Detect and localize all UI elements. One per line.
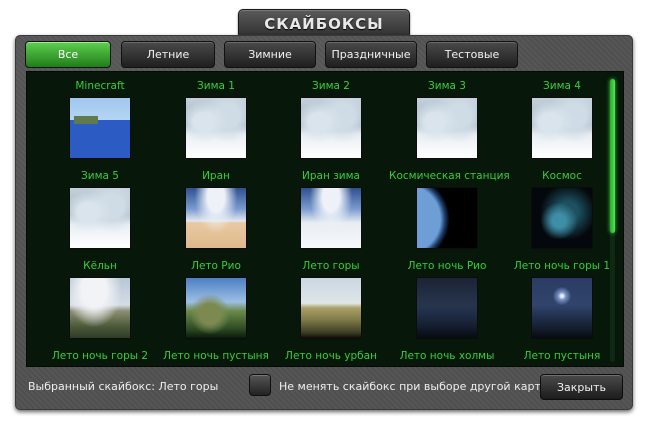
- skybox-thumbnail[interactable]: [69, 187, 131, 249]
- skybox-label: Космос: [542, 170, 582, 182]
- skybox-item[interactable]: Лето ночь горы 2: [42, 342, 158, 366]
- skybox-thumbnail[interactable]: [531, 97, 593, 159]
- skybox-label: Зима 3: [428, 80, 466, 92]
- skybox-item[interactable]: Кёльн: [42, 252, 158, 342]
- skybox-label: Космическая станция: [389, 170, 510, 182]
- skybox-label: Зима 5: [81, 170, 119, 182]
- skybox-item[interactable]: Лето ночь пустыня: [158, 342, 274, 366]
- skybox-item[interactable]: Зима 3: [389, 72, 505, 162]
- skybox-label: Лето Рио: [191, 260, 241, 272]
- skybox-thumbnail[interactable]: [300, 187, 362, 249]
- tab-winter[interactable]: Зимние: [224, 41, 316, 68]
- tab-summer[interactable]: Летние: [121, 41, 215, 68]
- skybox-item[interactable]: Иран зима: [273, 162, 389, 252]
- tab-holiday[interactable]: Праздничные: [325, 41, 417, 68]
- skybox-label: Зима 1: [197, 80, 235, 92]
- skybox-label: Лето пустыня: [523, 350, 601, 362]
- skybox-item[interactable]: Лето ночь холмы: [389, 342, 505, 366]
- skybox-item[interactable]: Minecraft: [42, 72, 158, 162]
- skybox-label: Лето ночь Рио: [407, 260, 487, 272]
- skybox-thumbnail[interactable]: [69, 277, 131, 339]
- skybox-list[interactable]: Minecraft Зима 1 Зима 2 Зима 3 Зима 4 Зима 5 И…: [26, 71, 624, 367]
- skybox-thumbnail[interactable]: [416, 187, 478, 249]
- keep-skybox-checkbox[interactable]: [249, 374, 271, 396]
- skybox-label: Кёльн: [83, 260, 117, 272]
- skybox-label: Иран: [202, 170, 230, 182]
- skybox-label: Зима 2: [312, 80, 350, 92]
- skybox-item[interactable]: Лето ночь Рио: [389, 252, 505, 342]
- skybox-label: Зима 4: [543, 80, 581, 92]
- skybox-label: Minecraft: [75, 80, 125, 92]
- skybox-item[interactable]: Зима 2: [273, 72, 389, 162]
- skybox-thumbnail[interactable]: [416, 97, 478, 159]
- skybox-thumbnail[interactable]: [416, 277, 478, 339]
- window-title: СКАЙБОКСЫ: [264, 15, 384, 33]
- skybox-item[interactable]: Зима 4: [504, 72, 620, 162]
- selected-skybox-text: Выбранный скайбокс: Лето горы: [28, 380, 219, 393]
- keep-skybox-label[interactable]: Не менять скайбокс при выборе другой кар…: [279, 380, 550, 393]
- skybox-item[interactable]: Зима 5: [42, 162, 158, 252]
- skybox-thumbnail[interactable]: [185, 187, 247, 249]
- skybox-item[interactable]: Лето ночь горы 1: [504, 252, 620, 342]
- skybox-item[interactable]: Лето Рио: [158, 252, 274, 342]
- tab-test[interactable]: Тестовые: [426, 41, 518, 68]
- close-button[interactable]: Закрыть: [540, 374, 623, 400]
- skybox-item[interactable]: Лето пустыня: [504, 342, 620, 366]
- skybox-item[interactable]: Космическая станция: [389, 162, 510, 252]
- skybox-label: Лето ночь горы 2: [51, 350, 149, 362]
- skybox-item[interactable]: Иран: [158, 162, 274, 252]
- skybox-thumbnail[interactable]: [185, 277, 247, 339]
- skybox-thumbnail[interactable]: [531, 277, 593, 339]
- skybox-thumbnail[interactable]: [531, 187, 593, 249]
- skybox-item[interactable]: Космос: [504, 162, 620, 252]
- skybox-label: Лето ночь урбан: [285, 350, 377, 362]
- skybox-thumbnail[interactable]: [69, 97, 131, 159]
- scrollbar-thumb[interactable]: [610, 79, 615, 233]
- skybox-label: Лето ночь горы 1: [513, 260, 611, 272]
- skybox-label: Лето ночь холмы: [399, 350, 495, 362]
- skybox-thumbnail[interactable]: [185, 97, 247, 159]
- skybox-item[interactable]: Зима 1: [158, 72, 274, 162]
- skybox-label: Лето ночь пустыня: [163, 350, 269, 362]
- skybox-item[interactable]: Лето ночь урбан: [273, 342, 389, 366]
- skybox-thumbnail[interactable]: [300, 277, 362, 339]
- tab-all[interactable]: Все: [25, 41, 111, 68]
- skybox-thumbnail[interactable]: [300, 97, 362, 159]
- skybox-label: Иран зима: [302, 170, 360, 182]
- skybox-label: Лето горы: [302, 260, 360, 272]
- skybox-item[interactable]: Лето горы: [273, 252, 389, 342]
